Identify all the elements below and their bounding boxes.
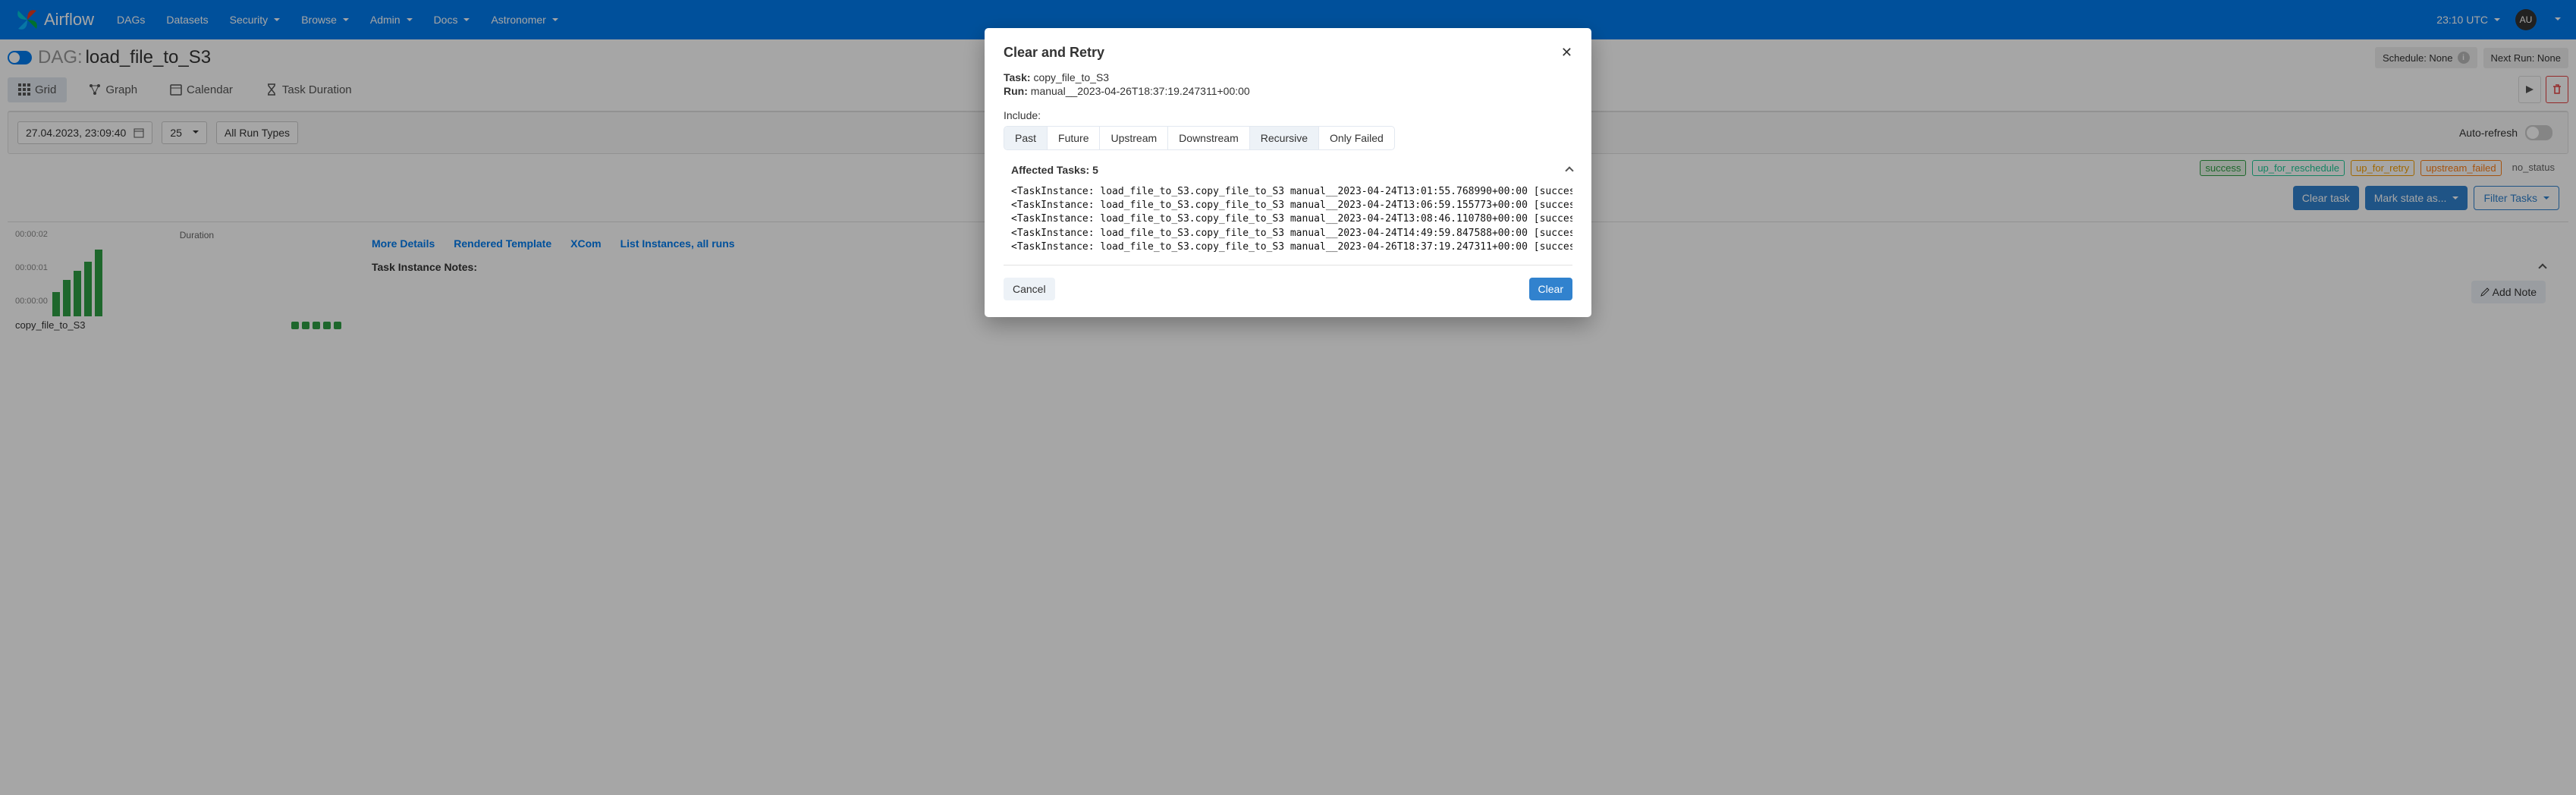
task-line-3: <TaskInstance: load_file_to_S3.copy_file… [1011, 228, 1572, 239]
run-value: manual__2023-04-26T18:37:19.247311+00:00 [1031, 85, 1250, 97]
seg-future[interactable]: Future [1048, 127, 1100, 149]
task-line-4: <TaskInstance: load_file_to_S3.copy_file… [1011, 241, 1572, 253]
task-line-2: <TaskInstance: load_file_to_S3.copy_file… [1011, 213, 1572, 225]
task-line-0: <TaskInstance: load_file_to_S3.copy_file… [1011, 186, 1572, 197]
clear-retry-modal: Clear and Retry ✕ Task: copy_file_to_S3 … [985, 28, 1591, 317]
run-label: Run: [1004, 85, 1028, 97]
affected-row[interactable]: Affected Tasks: 5 [1004, 164, 1572, 176]
seg-recursive[interactable]: Recursive [1250, 127, 1319, 149]
modal-task-row: Task: copy_file_to_S3 [1004, 71, 1572, 83]
close-icon[interactable]: ✕ [1561, 45, 1572, 61]
affected-label: Affected Tasks: 5 [1011, 164, 1098, 176]
task-value: copy_file_to_S3 [1033, 71, 1109, 83]
modal-title: Clear and Retry [1004, 45, 1104, 61]
seg-upstream[interactable]: Upstream [1100, 127, 1168, 149]
clear-button[interactable]: Clear [1529, 278, 1572, 300]
task-line-1: <TaskInstance: load_file_to_S3.copy_file… [1011, 200, 1572, 211]
task-label: Task: [1004, 71, 1031, 83]
seg-only-failed[interactable]: Only Failed [1319, 127, 1394, 149]
include-label: Include: [1004, 109, 1572, 121]
include-segments: Past Future Upstream Downstream Recursiv… [1004, 126, 1395, 150]
cancel-button[interactable]: Cancel [1004, 278, 1055, 300]
modal-run-row: Run: manual__2023-04-26T18:37:19.247311+… [1004, 85, 1572, 97]
affected-task-list: <TaskInstance: load_file_to_S3.copy_file… [1004, 181, 1572, 266]
seg-downstream[interactable]: Downstream [1168, 127, 1250, 149]
seg-past[interactable]: Past [1004, 127, 1048, 149]
collapse-icon [1566, 164, 1572, 176]
modal-overlay[interactable]: Clear and Retry ✕ Task: copy_file_to_S3 … [0, 0, 2576, 795]
